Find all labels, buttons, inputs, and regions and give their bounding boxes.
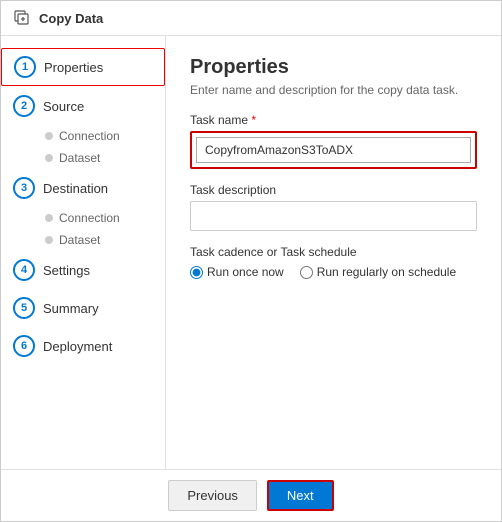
task-description-group: Task description xyxy=(190,183,477,231)
radio-group: Run once now Run regularly on schedule xyxy=(190,265,477,279)
source-sub-items: Connection Dataset xyxy=(1,126,165,168)
sidebar-item-destination[interactable]: 3 Destination xyxy=(1,170,165,206)
source-dataset-dot xyxy=(45,154,53,162)
previous-button[interactable]: Previous xyxy=(168,480,257,511)
task-description-input[interactable] xyxy=(190,201,477,231)
source-connection-dot xyxy=(45,132,53,140)
radio-run-once-label: Run once now xyxy=(207,265,284,279)
sidebar-label-summary: Summary xyxy=(43,301,99,316)
task-name-group: Task name * xyxy=(190,113,477,169)
app-window: Copy Data 1 Properties 2 Source Connecti… xyxy=(0,0,502,522)
sidebar-label-properties: Properties xyxy=(44,60,103,75)
step-circle-3: 3 xyxy=(13,177,35,199)
task-name-input[interactable] xyxy=(196,137,471,163)
sidebar-label-source: Source xyxy=(43,99,84,114)
destination-sub-items: Connection Dataset xyxy=(1,208,165,250)
destination-dataset-dot xyxy=(45,236,53,244)
main-content: 1 Properties 2 Source Connection Dataset xyxy=(1,36,501,469)
radio-run-schedule-label: Run regularly on schedule xyxy=(317,265,456,279)
step-circle-6: 6 xyxy=(13,335,35,357)
source-dataset-label: Dataset xyxy=(59,151,100,165)
task-description-label: Task description xyxy=(190,183,477,197)
next-button[interactable]: Next xyxy=(267,480,334,511)
destination-connection-dot xyxy=(45,214,53,222)
cadence-group: Task cadence or Task schedule Run once n… xyxy=(190,245,477,279)
required-marker: * xyxy=(251,113,256,127)
footer: Previous Next xyxy=(1,469,501,521)
app-title: Copy Data xyxy=(39,11,103,26)
step-circle-1: 1 xyxy=(14,56,36,78)
radio-run-schedule[interactable]: Run regularly on schedule xyxy=(300,265,456,279)
copy-data-icon xyxy=(13,9,31,27)
sidebar-item-deployment[interactable]: 6 Deployment xyxy=(1,328,165,364)
panel-subtitle: Enter name and description for the copy … xyxy=(190,83,477,97)
source-connection-label: Connection xyxy=(59,129,120,143)
destination-dataset-item[interactable]: Dataset xyxy=(33,230,165,250)
radio-run-schedule-input[interactable] xyxy=(300,266,313,279)
sidebar-label-deployment: Deployment xyxy=(43,339,112,354)
sidebar-item-source[interactable]: 2 Source xyxy=(1,88,165,124)
destination-dataset-label: Dataset xyxy=(59,233,100,247)
sidebar: 1 Properties 2 Source Connection Dataset xyxy=(1,36,166,469)
destination-connection-item[interactable]: Connection xyxy=(33,208,165,228)
sidebar-item-summary[interactable]: 5 Summary xyxy=(1,290,165,326)
panel-title: Properties xyxy=(190,56,477,79)
radio-run-once[interactable]: Run once now xyxy=(190,265,284,279)
sidebar-item-settings[interactable]: 4 Settings xyxy=(1,252,165,288)
properties-panel: Properties Enter name and description fo… xyxy=(166,36,501,469)
step-circle-5: 5 xyxy=(13,297,35,319)
step-circle-4: 4 xyxy=(13,259,35,281)
sidebar-item-properties[interactable]: 1 Properties xyxy=(1,48,165,86)
cadence-label: Task cadence or Task schedule xyxy=(190,245,477,259)
task-name-label: Task name * xyxy=(190,113,477,127)
title-bar: Copy Data xyxy=(1,1,501,36)
destination-connection-label: Connection xyxy=(59,211,120,225)
task-name-container xyxy=(190,131,477,169)
step-circle-2: 2 xyxy=(13,95,35,117)
sidebar-label-settings: Settings xyxy=(43,263,90,278)
source-dataset-item[interactable]: Dataset xyxy=(33,148,165,168)
source-connection-item[interactable]: Connection xyxy=(33,126,165,146)
sidebar-label-destination: Destination xyxy=(43,181,108,196)
radio-run-once-input[interactable] xyxy=(190,266,203,279)
